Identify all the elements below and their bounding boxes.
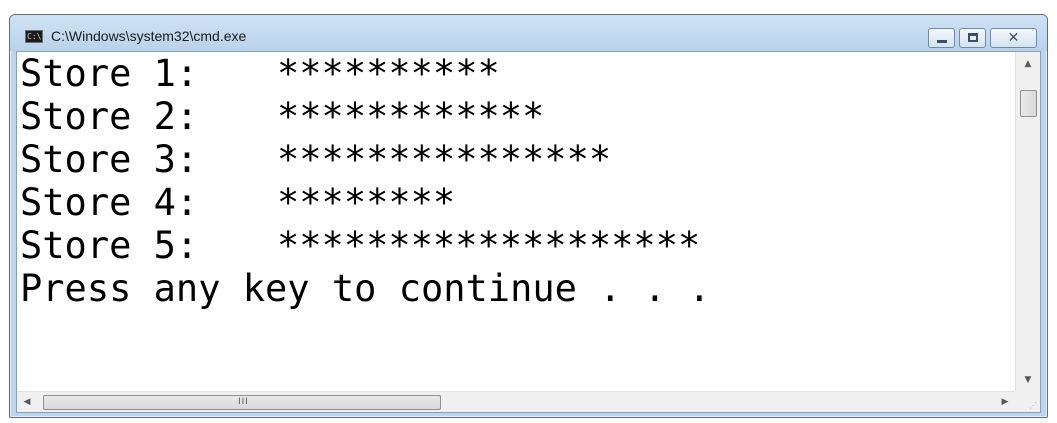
store-label: Store 5: (20, 224, 199, 267)
maximize-icon (968, 33, 978, 42)
console-line: Store 4: ******** (20, 183, 455, 223)
scroll-left-icon[interactable]: ◀ (17, 392, 37, 413)
console-line: Store 5: ******************* (20, 226, 700, 266)
grip-icon: III (238, 397, 249, 407)
scroll-up-icon[interactable]: ▲ (1016, 54, 1040, 74)
store-label: Store 1: (20, 52, 199, 95)
close-icon: ✕ (1007, 30, 1020, 46)
store-label: Store 4: (20, 181, 199, 224)
cmd-icon[interactable]: C:\ (25, 30, 43, 43)
horizontal-scrollbar[interactable]: ◀ III ▶ (17, 391, 1015, 412)
continue-prompt: Press any key to continue . . . (20, 267, 711, 310)
cmd-window: C:\ C:\Windows\system32\cmd.exe ✕ Store … (9, 14, 1048, 418)
horizontal-scroll-thumb[interactable]: III (43, 395, 441, 410)
console-output[interactable]: Store 1: ********** Store 2: ************ … (17, 52, 1015, 392)
console-line: Store 3: *************** (20, 140, 611, 180)
scroll-right-icon[interactable]: ▶ (995, 392, 1015, 413)
minimize-button[interactable] (928, 28, 955, 48)
scroll-down-icon[interactable]: ▼ (1016, 370, 1040, 390)
console-line: Store 2: ************ (20, 97, 544, 137)
store-stars: ************ (277, 95, 545, 138)
store-label: Store 2: (20, 95, 199, 138)
scrollbar-corner: ⋰ (1015, 391, 1040, 412)
store-stars: *************** (277, 138, 612, 181)
close-button[interactable]: ✕ (990, 28, 1037, 48)
console-line: Store 1: ********** (20, 54, 500, 94)
title-bar[interactable]: C:\ C:\Windows\system32\cmd.exe ✕ (10, 15, 1047, 51)
caption-buttons: ✕ (924, 28, 1037, 48)
vertical-scroll-thumb[interactable] (1020, 90, 1037, 117)
store-stars: ******************* (277, 224, 701, 267)
vertical-scrollbar[interactable]: ▲ ▼ (1015, 52, 1040, 392)
store-stars: ********** (277, 52, 500, 95)
minimize-icon (937, 40, 947, 43)
window-title: C:\Windows\system32\cmd.exe (51, 28, 247, 44)
store-stars: ******** (277, 181, 456, 224)
console-client-area: Store 1: ********** Store 2: ************ … (16, 51, 1041, 413)
maximize-button[interactable] (959, 28, 986, 48)
size-grip-icon[interactable]: ⋰ (1029, 402, 1037, 410)
store-label: Store 3: (20, 138, 199, 181)
